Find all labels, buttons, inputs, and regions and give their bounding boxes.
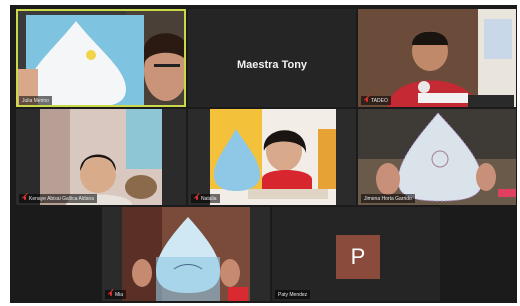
host-name: Maestra Tony [236,59,308,71]
video-feed [16,109,186,205]
video-call-window: Julia Merino Maestra Tony TADEO Kenaye A… [0,0,520,306]
participant-name-tag: Julia Merino [19,96,52,105]
video-feed [16,9,186,107]
participant-name-tag: Natalia [191,194,220,203]
participant-tile-jimena[interactable]: Jimena Horta Garrido [358,109,516,205]
video-feed [188,109,356,205]
participant-name: TADEO [371,97,388,104]
participant-name: Natalia [201,195,217,202]
participant-name-tag: Paty Mendez [275,290,311,299]
participant-name-tag: Jimena Horta Garrido [361,194,415,203]
video-feed [358,109,516,205]
participant-name-tag: Mia [105,290,127,299]
participant-name-tag: Kenaye Abisai Gallica Aldana [19,194,98,203]
participant-name: Paty Mendez [278,291,308,298]
participant-name: Jimena Horta Garrido [364,195,412,202]
participant-tile-kenaye[interactable]: Kenaye Abisai Gallica Aldana [16,109,186,205]
video-feed [358,9,516,107]
participant-tile-paty[interactable]: P Paty Mendez [272,207,440,301]
gallery-view: Julia Merino Maestra Tony TADEO Kenaye A… [10,5,517,303]
mic-muted-icon [108,291,113,298]
participant-name: Kenaye Abisai Gallica Aldana [29,195,95,202]
participant-tile-julia[interactable]: Julia Merino [16,9,186,107]
participant-tile-tadeo[interactable]: TADEO [358,9,516,107]
participant-tile-mia[interactable]: Mia [102,207,270,301]
participant-tile-natalia[interactable]: Natalia [188,109,356,205]
participant-name: Mia [115,291,124,298]
mic-muted-icon [364,97,369,104]
mic-muted-icon [22,195,27,202]
avatar: P [336,235,380,279]
mic-muted-icon [194,195,199,202]
participant-name: Julia Merino [22,97,49,104]
video-feed [102,207,270,301]
participant-name-tag: TADEO [361,96,391,105]
participant-tile-host[interactable]: Maestra Tony [188,9,356,107]
